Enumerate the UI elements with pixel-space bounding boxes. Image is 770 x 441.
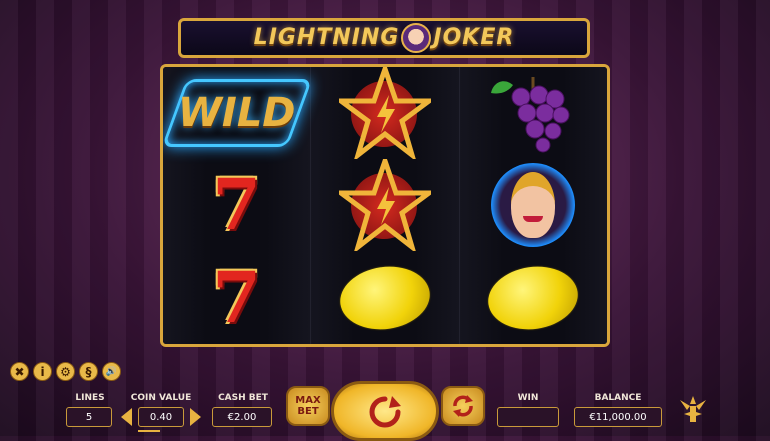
grapes-symbol bbox=[491, 77, 570, 153]
reel-cell-lemon bbox=[311, 252, 458, 344]
win-label: WIN bbox=[517, 393, 539, 403]
reel-cell-lemon bbox=[460, 252, 607, 344]
title-part-2: JOKER bbox=[433, 25, 515, 50]
paytable-icon[interactable]: § bbox=[79, 362, 98, 381]
close-icon[interactable]: ✖ bbox=[10, 362, 29, 381]
settings-icon[interactable]: ⚙ bbox=[56, 362, 75, 381]
seven-symbol: 7 bbox=[212, 255, 262, 339]
balance-value: €11,000.00 bbox=[574, 407, 662, 427]
lines-value[interactable]: 5 bbox=[66, 407, 112, 427]
reel-1: WILD 7 7 bbox=[163, 67, 313, 344]
reel-cell-star bbox=[311, 159, 458, 252]
wild-symbol: WILD bbox=[177, 90, 296, 137]
autoplay-icon bbox=[453, 395, 473, 417]
reel-cell-grapes bbox=[460, 67, 607, 159]
star-symbol bbox=[338, 159, 431, 252]
balance-label: BALANCE bbox=[594, 393, 642, 403]
cash-bet-label: CASH BET bbox=[218, 393, 268, 403]
max-bet-button[interactable]: MAX BET bbox=[286, 386, 330, 426]
sound-icon[interactable]: 🔊 bbox=[102, 362, 121, 381]
win-value bbox=[497, 407, 559, 427]
lemon-symbol bbox=[484, 260, 583, 335]
joker-logo-icon bbox=[401, 23, 432, 53]
game-title: LIGHTNING JOKER bbox=[254, 23, 515, 53]
lines-label: LINES bbox=[75, 393, 105, 403]
joker-symbol bbox=[491, 163, 576, 248]
reel-cell-wild: WILD bbox=[163, 67, 313, 159]
cash-bet-value: €2.00 bbox=[212, 407, 272, 427]
title-part-1: LIGHTNING bbox=[253, 25, 400, 50]
info-icon[interactable]: i bbox=[33, 362, 52, 381]
seven-symbol: 7 bbox=[212, 163, 262, 247]
utility-icon-row: ✖ i ⚙ § 🔊 bbox=[10, 362, 121, 381]
provider-logo-icon bbox=[680, 396, 706, 422]
spin-button[interactable] bbox=[331, 381, 439, 441]
coin-value-label: COIN VALUE bbox=[130, 393, 192, 403]
reel-cell-joker bbox=[460, 159, 607, 251]
autoplay-button[interactable] bbox=[441, 386, 485, 426]
joker-face-icon bbox=[511, 172, 556, 239]
lemon-symbol bbox=[336, 260, 434, 335]
reel-cell-seven: 7 bbox=[163, 252, 310, 344]
coin-decrease-arrow-icon[interactable] bbox=[121, 408, 132, 426]
coin-increase-arrow-icon[interactable] bbox=[190, 408, 201, 426]
reel-cell-seven: 7 bbox=[163, 159, 310, 251]
reel-frame: WILD 7 7 bbox=[160, 64, 610, 347]
reel-3 bbox=[458, 67, 607, 344]
coin-value-indicator bbox=[138, 430, 160, 432]
reel-2 bbox=[310, 67, 459, 344]
star-symbol bbox=[338, 67, 431, 160]
game-title-banner: LIGHTNING JOKER bbox=[178, 18, 590, 58]
coin-value[interactable]: 0.40 bbox=[138, 407, 184, 427]
reel-cell-star bbox=[311, 67, 458, 160]
spin-icon bbox=[369, 396, 401, 428]
